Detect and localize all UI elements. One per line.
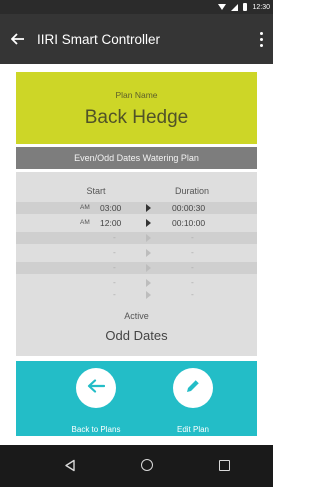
arrow-left-icon bbox=[87, 378, 106, 398]
row-start-time: - bbox=[113, 277, 116, 287]
action-panel: Back to Plans Edit Plan bbox=[16, 361, 257, 436]
back-arrow-icon[interactable] bbox=[0, 14, 36, 64]
edit-plan-label[interactable]: Edit Plan bbox=[153, 425, 233, 434]
back-to-plans-button[interactable] bbox=[76, 368, 116, 408]
row-start-time: - bbox=[113, 247, 116, 257]
plan-name: Back Hedge bbox=[84, 107, 189, 128]
row-duration: - bbox=[191, 232, 194, 242]
schedule-row[interactable]: AM 03:00 00:00:30 bbox=[16, 202, 257, 214]
schedule-row[interactable]: - - bbox=[16, 262, 257, 274]
app-bar: IIRI Smart Controller bbox=[0, 14, 273, 64]
nav-back-icon[interactable] bbox=[64, 459, 76, 477]
schedule-row[interactable]: - - bbox=[16, 277, 257, 289]
plan-name-panel: Plan Name Back Hedge bbox=[16, 72, 257, 144]
plan-type-bar: Even/Odd Dates Watering Plan bbox=[16, 147, 257, 169]
overflow-menu-icon[interactable] bbox=[253, 14, 269, 64]
row-play-icon bbox=[146, 219, 151, 227]
nav-recents-icon[interactable] bbox=[219, 460, 230, 471]
active-value: Odd Dates bbox=[105, 328, 168, 343]
active-label: Active bbox=[124, 311, 149, 321]
row-play-icon bbox=[146, 279, 151, 287]
row-start-time: 12:00 bbox=[100, 218, 122, 228]
row-start-time: 03:00 bbox=[100, 203, 122, 213]
schedule-row[interactable]: AM 12:00 00:10:00 bbox=[16, 217, 257, 229]
wifi-icon bbox=[218, 3, 227, 11]
row-start-time: - bbox=[113, 289, 116, 299]
start-header: Start bbox=[86, 186, 106, 196]
row-play-icon bbox=[146, 234, 151, 242]
status-bar: 12:30 bbox=[0, 0, 273, 14]
row-play-icon bbox=[146, 249, 151, 257]
schedule-panel: Start Duration AM 03:00 00:00:30 AM 12:0… bbox=[16, 172, 257, 356]
back-to-plans-label[interactable]: Back to Plans bbox=[56, 425, 136, 434]
row-ampm: AM bbox=[80, 204, 90, 211]
status-time: 12:30 bbox=[252, 3, 270, 11]
schedule-row[interactable]: - - bbox=[16, 247, 257, 259]
duration-header: Duration bbox=[174, 186, 210, 196]
plan-name-label: Plan Name bbox=[115, 90, 158, 100]
row-play-icon bbox=[146, 264, 151, 272]
row-duration: 00:10:00 bbox=[172, 218, 206, 228]
row-duration: - bbox=[191, 247, 194, 257]
row-duration: 00:00:30 bbox=[172, 203, 206, 213]
row-start-time: - bbox=[113, 262, 116, 272]
row-start-time: - bbox=[113, 232, 116, 242]
row-duration: - bbox=[191, 289, 194, 299]
edit-plan-button[interactable] bbox=[173, 368, 213, 408]
nav-home-icon[interactable] bbox=[141, 459, 153, 471]
row-play-icon bbox=[146, 204, 151, 212]
pencil-icon bbox=[185, 378, 201, 399]
row-ampm: AM bbox=[80, 219, 90, 226]
schedule-row[interactable]: - - bbox=[16, 289, 257, 301]
app-title: IIRI Smart Controller bbox=[37, 31, 161, 47]
row-duration: - bbox=[191, 262, 194, 272]
system-nav-bar bbox=[0, 445, 273, 487]
battery-icon bbox=[243, 3, 248, 11]
row-duration: - bbox=[191, 277, 194, 287]
schedule-row[interactable]: - - bbox=[16, 232, 257, 244]
row-play-icon bbox=[146, 291, 151, 299]
signal-icon bbox=[231, 3, 239, 11]
